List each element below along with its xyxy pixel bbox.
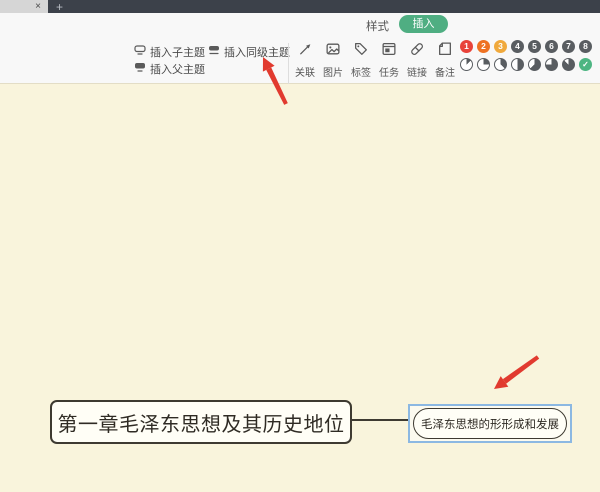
tab-style[interactable]: 样式 — [366, 18, 389, 34]
toolbar-divider — [288, 43, 289, 85]
tool-relation-arrow[interactable]: 关联 — [291, 41, 319, 79]
insert-sibling-topic-icon — [208, 45, 220, 59]
tool-tag[interactable]: 标签 — [347, 41, 375, 79]
priority-badge-row: 12345678 — [460, 40, 592, 53]
progress-badge-2-8[interactable] — [477, 58, 490, 71]
progress-badge-row: ✓ — [460, 58, 592, 71]
insert-button-1[interactable]: 插入子主题 — [134, 44, 205, 60]
progress-badge-5-8[interactable] — [528, 58, 541, 71]
progress-badge-3-8[interactable] — [494, 58, 507, 71]
badge-group: 12345678 ✓ — [460, 40, 592, 76]
tool-task[interactable]: 任务 — [375, 41, 403, 79]
priority-badge-1[interactable]: 1 — [460, 40, 473, 53]
priority-badge-6[interactable]: 6 — [545, 40, 558, 53]
new-tab-button[interactable]: + — [56, 0, 63, 13]
image-icon — [325, 41, 341, 62]
insert-parent-topic-icon — [134, 62, 146, 76]
progress-badge-4-8[interactable] — [511, 58, 524, 71]
progress-badge-6-8[interactable] — [545, 58, 558, 71]
tab-insert[interactable]: 插入 — [399, 15, 448, 33]
active-document-tab[interactable]: × — [0, 0, 48, 13]
sub-topic-node[interactable]: 毛泽东思想的形形成和发展 — [413, 408, 567, 439]
priority-badge-5[interactable]: 5 — [528, 40, 541, 53]
tool-note[interactable]: 备注 — [431, 41, 459, 79]
tool-link[interactable]: 链接 — [403, 41, 431, 79]
close-tab-icon[interactable]: × — [35, 2, 41, 12]
progress-badge-1-8[interactable] — [460, 58, 473, 71]
main-topic-node[interactable]: 第一章毛泽东思想及其历史地位 — [50, 400, 352, 444]
link-icon — [409, 41, 425, 62]
tool-button-group: 关联图片标签任务链接备注 — [291, 41, 459, 79]
priority-badge-3[interactable]: 3 — [494, 40, 507, 53]
progress-badge-7-8[interactable] — [562, 58, 575, 71]
relation-arrow-icon — [297, 41, 313, 62]
task-done-badge[interactable]: ✓ — [579, 58, 592, 71]
insert-button-3[interactable]: 插入同级主题 — [208, 44, 290, 60]
window-tab-bar: × + — [0, 0, 600, 13]
insert-button-2[interactable]: 插入父主题 — [134, 61, 205, 77]
tool-image[interactable]: 图片 — [319, 41, 347, 79]
plus-icon: + — [56, 0, 63, 14]
mindmap-app-window: × + 样式 插入 插入子主题插入父主题插入同级主题 关联图片标签任务链接备注 … — [0, 0, 600, 492]
note-icon — [437, 41, 453, 62]
ribbon-toolbar: 样式 插入 插入子主题插入父主题插入同级主题 关联图片标签任务链接备注 1234… — [0, 13, 600, 84]
tag-icon — [353, 41, 369, 62]
insert-child-topic-icon — [134, 45, 146, 59]
priority-badge-8[interactable]: 8 — [579, 40, 592, 53]
priority-badge-2[interactable]: 2 — [477, 40, 490, 53]
priority-badge-4[interactable]: 4 — [511, 40, 524, 53]
priority-badge-7[interactable]: 7 — [562, 40, 575, 53]
topic-connector-line — [352, 419, 409, 421]
task-icon — [381, 41, 397, 62]
